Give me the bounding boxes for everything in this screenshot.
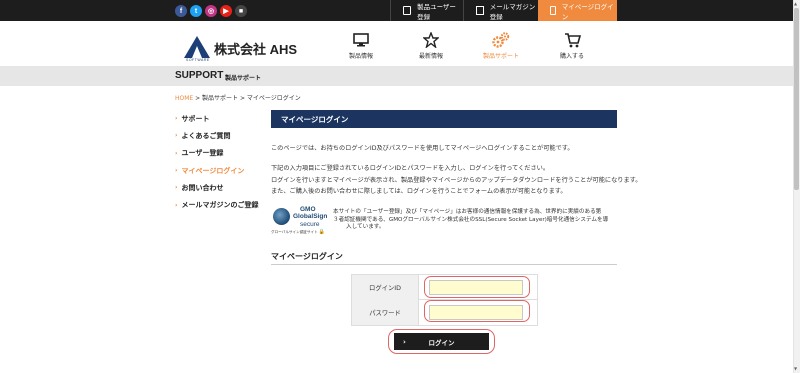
chevron-right-icon: › bbox=[175, 115, 178, 123]
login-id-highlight bbox=[424, 276, 530, 298]
product-register-link[interactable]: 製品ユーザー登録 bbox=[390, 0, 462, 21]
scrollbar-thumb[interactable] bbox=[794, 8, 799, 190]
instruction-text-3: また、ご購入後のお問い合わせに際しましては、ログインを行うことでフォームの表示が… bbox=[271, 188, 567, 195]
instruction-text-2: ログインを行いますとマイページが表示され、製品登録やマイページからのアップデータ… bbox=[271, 177, 642, 184]
blog-icon[interactable]: ■ bbox=[235, 5, 247, 17]
chevron-right-icon: › bbox=[175, 132, 178, 140]
nav-support[interactable]: 製品サポート bbox=[478, 31, 524, 60]
ssl-notice-line-1: 本サイトの「ユーザー登録」及び「マイページ」はお客様の通信情報を保護する為、世界… bbox=[333, 209, 602, 215]
section-title: SUPPORT bbox=[175, 70, 224, 81]
login-button-highlight bbox=[388, 329, 495, 354]
chevron-right-icon: › bbox=[175, 201, 178, 209]
globalsign-caption: グローバルサイン認証サイト 🔒 bbox=[271, 229, 326, 235]
side-menu-item-user-register[interactable]: › ユーザー登録 bbox=[175, 145, 260, 162]
nav-news[interactable]: 最新情報 bbox=[408, 31, 454, 60]
youtube-icon[interactable]: ▶ bbox=[220, 5, 232, 17]
section-subtitle: 製品サポート bbox=[225, 75, 262, 82]
newsletter-register-link[interactable]: メールマガジン登録 bbox=[463, 0, 538, 21]
scroll-down-icon[interactable]: ▼ bbox=[794, 366, 797, 371]
instruction-text-1: 下記の入力項目にご登録されているログインIDとパスワードを入力し、ログインを行っ… bbox=[271, 165, 550, 172]
gears-icon bbox=[478, 31, 524, 49]
side-menu-item-faq[interactable]: › よくあるご質問 bbox=[175, 127, 260, 144]
cart-icon bbox=[549, 31, 595, 49]
nav-purchase[interactable]: 購入する bbox=[549, 31, 595, 60]
logo-mark-icon bbox=[184, 36, 210, 58]
instagram-icon[interactable]: ◎ bbox=[205, 5, 217, 17]
chevron-right-icon: › bbox=[175, 149, 178, 157]
side-menu-item-support[interactable]: › サポート bbox=[175, 110, 260, 127]
edit-icon bbox=[403, 6, 412, 15]
logo-subtext: SOFTWARE bbox=[186, 58, 210, 62]
star-icon bbox=[408, 31, 454, 49]
twitter-icon[interactable]: t bbox=[190, 5, 202, 17]
divider bbox=[271, 264, 617, 265]
breadcrumb-trail: > 製品サポート > マイページログイン bbox=[193, 95, 301, 102]
monitor-icon bbox=[338, 31, 384, 49]
side-menu-item-newsletter[interactable]: › メールマガジンのご登録 bbox=[175, 196, 260, 213]
mypage-login-link[interactable]: マイページログイン bbox=[538, 0, 617, 21]
page-title: マイページログイン bbox=[271, 110, 617, 128]
nav-products[interactable]: 製品情報 bbox=[338, 31, 384, 60]
breadcrumb-home-link[interactable]: HOME bbox=[175, 95, 193, 102]
social-links: f t ◎ ▶ ■ bbox=[175, 5, 247, 17]
section-band bbox=[0, 66, 800, 86]
mail-icon bbox=[476, 6, 484, 15]
intro-text: このページでは、お持ちのログインID及びパスワードを使用してマイページへログイン… bbox=[271, 145, 574, 152]
facebook-icon[interactable]: f bbox=[175, 5, 187, 17]
company-name[interactable]: 株式会社 AHS bbox=[214, 39, 297, 58]
password-highlight bbox=[424, 300, 530, 322]
chevron-right-icon: › bbox=[175, 184, 178, 192]
login-section-title: マイページログイン bbox=[271, 252, 343, 261]
password-label: パスワード bbox=[352, 300, 419, 325]
company-logo[interactable] bbox=[184, 36, 210, 58]
breadcrumb: HOME > 製品サポート > マイページログイン bbox=[175, 93, 301, 102]
scroll-up-icon[interactable]: ▲ bbox=[794, 1, 797, 6]
globalsign-seal[interactable]: GMO GlobalSign secure グローバルサイン認証サイト 🔒 bbox=[271, 206, 331, 236]
side-menu-item-mypage-login[interactable]: › マイページログイン bbox=[175, 162, 260, 179]
lock-icon: 🔒 bbox=[318, 229, 326, 235]
chevron-right-icon: › bbox=[175, 167, 178, 175]
lock-icon bbox=[550, 6, 556, 15]
side-menu-item-contact[interactable]: › お問い合わせ bbox=[175, 179, 260, 196]
ssl-notice-line-3: 入しています。 bbox=[346, 224, 385, 230]
globalsign-icon bbox=[273, 208, 290, 225]
login-id-label: ログインID bbox=[352, 275, 419, 300]
side-menu: › サポート › よくあるご質問 › ユーザー登録 › マイページログイン › お問い合わ… bbox=[175, 110, 260, 214]
